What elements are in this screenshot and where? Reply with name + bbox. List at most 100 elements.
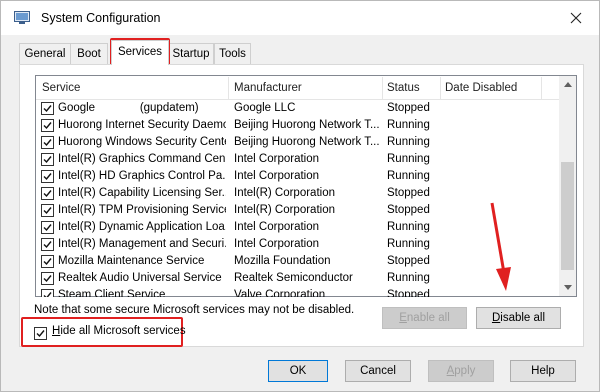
service-checkbox[interactable] <box>41 170 54 183</box>
table-row[interactable]: Steam Client Service Valve Corporation Sto… <box>36 287 560 297</box>
column-separator[interactable] <box>228 77 229 99</box>
service-checkbox[interactable] <box>41 102 54 115</box>
title-bar: System Configuration <box>1 1 599 35</box>
manufacturer-cell: Intel Corporation <box>234 221 320 233</box>
table-row[interactable]: Intel(R) Dynamic Application Loa... Intel… <box>36 219 560 236</box>
column-separator[interactable] <box>382 77 383 99</box>
table-row[interactable]: Google (gupdatem) Google LLC Stopped <box>36 100 560 117</box>
manufacturer-cell: Realtek Semiconductor <box>234 272 353 284</box>
service-checkbox[interactable] <box>41 187 54 200</box>
date-disabled-cell <box>445 134 539 151</box>
hide-microsoft-services-checkbox[interactable] <box>34 327 47 340</box>
service-checkbox[interactable] <box>41 221 54 234</box>
scroll-up-button[interactable] <box>559 76 576 93</box>
manufacturer-cell: Google LLC <box>234 102 296 114</box>
window-title: System Configuration <box>41 11 161 25</box>
table-row[interactable]: Intel(R) HD Graphics Control Pa... Intel … <box>36 168 560 185</box>
manufacturer-cell: Valve Corporation <box>234 289 326 297</box>
table-row[interactable]: Realtek Audio Universal Service Realtek S… <box>36 270 560 287</box>
checkmark-icon <box>43 156 52 164</box>
services-list-header: Service Manufacturer Status Date Disable… <box>36 76 560 100</box>
checkmark-icon <box>43 275 52 283</box>
table-row[interactable]: Intel(R) Management and Securi... Intel C… <box>36 236 560 253</box>
manufacturer-cell: Beijing Huorong Network T... <box>234 119 380 131</box>
checkmark-icon <box>43 207 52 215</box>
checkmark-icon <box>43 105 52 113</box>
date-disabled-cell <box>445 168 539 185</box>
hide-label-text: ide all Microsoft services <box>60 325 186 337</box>
table-row[interactable]: Intel(R) TPM Provisioning Service Intel(R… <box>36 202 560 219</box>
scroll-up-arrow-icon <box>563 82 572 87</box>
status-cell: Stopped <box>387 102 430 114</box>
status-cell: Running <box>387 153 430 165</box>
disable-all-button[interactable]: Disable all <box>476 307 561 329</box>
tab-tools[interactable]: Tools <box>214 43 251 64</box>
scroll-down-button[interactable] <box>559 279 576 296</box>
apply-button[interactable]: Apply <box>428 360 494 382</box>
column-header-status[interactable]: Status <box>384 76 420 100</box>
date-disabled-cell <box>445 185 539 202</box>
tab-services[interactable]: Services <box>111 40 169 65</box>
cancel-button[interactable]: Cancel <box>345 360 411 382</box>
table-row[interactable]: Mozilla Maintenance Service Mozilla Found… <box>36 253 560 270</box>
system-configuration-window: System Configuration General Boot Servic… <box>0 0 600 392</box>
service-checkbox[interactable] <box>41 119 54 132</box>
hide-microsoft-services-label[interactable]: Hide all Microsoft services <box>52 325 186 337</box>
tab-label: Services <box>117 46 163 58</box>
column-header-manufacturer[interactable]: Manufacturer <box>231 76 302 100</box>
service-name-cell: Intel(R) Management and Securi... <box>58 238 226 250</box>
table-row[interactable]: Huorong Windows Security Center Beijing H… <box>36 134 560 151</box>
service-checkbox[interactable] <box>41 136 54 149</box>
scroll-down-arrow-icon <box>563 285 572 290</box>
manufacturer-cell: Intel Corporation <box>234 170 320 182</box>
status-cell: Stopped <box>387 289 430 297</box>
enable-all-accel: E <box>399 312 407 324</box>
service-name-cell: Intel(R) TPM Provisioning Service <box>58 204 226 216</box>
vertical-scrollbar[interactable] <box>559 76 576 296</box>
date-disabled-cell <box>445 117 539 134</box>
service-checkbox[interactable] <box>41 272 54 285</box>
service-name-cell: Intel(R) Graphics Command Cen... <box>58 153 226 165</box>
manufacturer-cell: Intel Corporation <box>234 153 320 165</box>
service-checkbox[interactable] <box>41 238 54 251</box>
manufacturer-cell: Mozilla Foundation <box>234 255 331 267</box>
table-row[interactable]: Huorong Internet Security Daemon Beijing … <box>36 117 560 134</box>
column-separator[interactable] <box>440 77 441 99</box>
tab-label: Tools <box>219 48 246 60</box>
manufacturer-cell: Intel Corporation <box>234 238 320 250</box>
checkmark-icon <box>43 241 52 249</box>
checkmark-icon <box>43 292 52 297</box>
enable-all-button[interactable]: Enable all <box>382 307 467 329</box>
status-cell: Running <box>387 170 430 182</box>
column-header-service[interactable]: Service <box>39 76 80 100</box>
table-row[interactable]: Intel(R) Graphics Command Cen... Intel Co… <box>36 151 560 168</box>
close-button[interactable] <box>553 1 599 35</box>
tab-boot[interactable]: Boot <box>70 43 108 64</box>
hide-microsoft-services-highlight: Hide all Microsoft services <box>21 317 186 347</box>
ok-button[interactable]: OK <box>268 360 328 382</box>
status-cell: Stopped <box>387 255 430 267</box>
service-checkbox[interactable] <box>41 255 54 268</box>
services-rows: Google (gupdatem) Google LLC Stopped Huoron… <box>36 100 560 297</box>
service-name-cell: Intel(R) Capability Licensing Ser... <box>58 187 226 199</box>
service-checkbox[interactable] <box>41 289 54 297</box>
column-separator[interactable] <box>541 77 542 99</box>
tab-label: Boot <box>77 48 101 60</box>
help-button[interactable]: Help <box>510 360 576 382</box>
status-cell: Running <box>387 119 430 131</box>
service-checkbox[interactable] <box>41 204 54 217</box>
manufacturer-cell: Beijing Huorong Network T... <box>234 136 380 148</box>
date-disabled-cell <box>445 100 539 117</box>
tab-startup[interactable]: Startup <box>168 43 214 64</box>
status-cell: Running <box>387 221 430 233</box>
tab-general[interactable]: General <box>19 43 71 64</box>
date-disabled-cell <box>445 151 539 168</box>
service-checkbox[interactable] <box>41 153 54 166</box>
status-cell: Running <box>387 238 430 250</box>
scrollbar-thumb[interactable] <box>561 162 574 270</box>
table-row[interactable]: Intel(R) Capability Licensing Ser... Inte… <box>36 185 560 202</box>
column-header-date-disabled[interactable]: Date Disabled <box>442 76 517 100</box>
disable-all-label: isable all <box>500 312 546 324</box>
red-arrow-annotation <box>490 202 511 291</box>
checkmark-icon <box>43 122 52 130</box>
